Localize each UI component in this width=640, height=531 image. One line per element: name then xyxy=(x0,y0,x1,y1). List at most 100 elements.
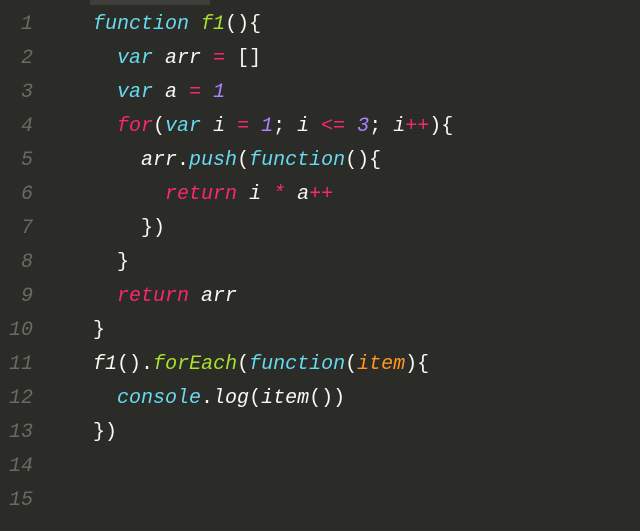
indent xyxy=(45,13,93,36)
indent xyxy=(45,149,141,172)
code-line xyxy=(45,450,640,484)
indent xyxy=(45,421,93,444)
line-number: 13 xyxy=(8,416,33,450)
punct: }) xyxy=(141,217,165,240)
punct: ( xyxy=(345,353,357,376)
keyword-for: for xyxy=(117,115,153,138)
number: 1 xyxy=(213,81,225,104)
punct: ( xyxy=(237,353,249,376)
parameter: item xyxy=(357,353,405,376)
line-number: 4 xyxy=(8,110,33,144)
punct: } xyxy=(117,251,129,274)
line-number: 1 xyxy=(8,8,33,42)
method: log xyxy=(213,387,249,410)
keyword-var: var xyxy=(117,47,153,70)
keyword-var: var xyxy=(117,81,153,104)
indent xyxy=(45,47,117,70)
keyword-var: var xyxy=(165,115,201,138)
punct: ){ xyxy=(405,353,429,376)
line-number: 2 xyxy=(8,42,33,76)
code-line: f1().forEach(function(item){ xyxy=(45,348,640,382)
punct: ; xyxy=(369,115,393,138)
identifier: a xyxy=(297,183,309,206)
op-inc: ++ xyxy=(405,115,429,138)
indent xyxy=(45,285,117,308)
code-line: }) xyxy=(45,416,640,450)
line-number: 5 xyxy=(8,144,33,178)
punct: . xyxy=(177,149,189,172)
code-line: } xyxy=(45,314,640,348)
line-gutter: 1 2 3 4 5 6 7 8 9 10 11 12 13 14 15 xyxy=(0,0,45,531)
number: 3 xyxy=(357,115,369,138)
line-number: 10 xyxy=(8,314,33,348)
line-number: 8 xyxy=(8,246,33,280)
op-assign: = xyxy=(201,47,237,70)
identifier: arr xyxy=(165,47,201,70)
code-line: } xyxy=(45,246,640,280)
indent xyxy=(45,387,117,410)
punct: ()) xyxy=(309,387,345,410)
line-number: 12 xyxy=(8,382,33,416)
op-assign: = xyxy=(225,115,261,138)
identifier: console xyxy=(117,387,201,410)
punct: }) xyxy=(93,421,117,444)
line-number: 7 xyxy=(8,212,33,246)
method: push xyxy=(189,149,237,172)
line-number: 11 xyxy=(8,348,33,382)
code-line: var a = 1 xyxy=(45,76,640,110)
code-line: var arr = [] xyxy=(45,42,640,76)
punct: ( xyxy=(153,115,165,138)
indent xyxy=(45,183,165,206)
line-number: 6 xyxy=(8,178,33,212)
punct: } xyxy=(93,319,105,342)
punct: . xyxy=(141,353,153,376)
indent xyxy=(45,81,117,104)
punct: (){ xyxy=(345,149,381,172)
punct: ){ xyxy=(429,115,453,138)
identifier: arr xyxy=(141,149,177,172)
identifier: i xyxy=(249,183,261,206)
line-number: 9 xyxy=(8,280,33,314)
line-number: 15 xyxy=(8,484,33,518)
keyword-function: function xyxy=(249,353,345,376)
punct: ; xyxy=(273,115,297,138)
keyword-function: function xyxy=(93,13,189,36)
keyword-return: return xyxy=(165,183,237,206)
code-line: return i * a++ xyxy=(45,178,640,212)
identifier: i xyxy=(213,115,225,138)
number: 1 xyxy=(261,115,273,138)
indent xyxy=(45,115,117,138)
code-line: function f1(){ xyxy=(45,8,640,42)
line-number: 3 xyxy=(8,76,33,110)
punct: . xyxy=(201,387,213,410)
method: forEach xyxy=(153,353,237,376)
op-lte: <= xyxy=(309,115,357,138)
function-name: f1 xyxy=(201,13,225,36)
keyword-function: function xyxy=(249,149,345,172)
keyword-return: return xyxy=(117,285,189,308)
indent xyxy=(45,319,93,342)
punct: (){ xyxy=(225,13,261,36)
code-line: arr.push(function(){ xyxy=(45,144,640,178)
tab-highlight xyxy=(90,0,210,5)
op-inc: ++ xyxy=(309,183,333,206)
indent xyxy=(45,217,141,240)
punct: [] xyxy=(237,47,261,70)
identifier: i xyxy=(393,115,405,138)
op-mul: * xyxy=(261,183,297,206)
identifier: item xyxy=(261,387,309,410)
indent xyxy=(45,251,117,274)
code-line: for(var i = 1; i <= 3; i++){ xyxy=(45,110,640,144)
op-assign: = xyxy=(177,81,213,104)
punct: ( xyxy=(237,149,249,172)
code-line: console.log(item()) xyxy=(45,382,640,416)
indent xyxy=(45,353,93,376)
code-editor[interactable]: function f1(){ var arr = [] var a = 1 fo… xyxy=(45,0,640,531)
identifier: arr xyxy=(201,285,237,308)
identifier: f1 xyxy=(93,353,117,376)
code-line: return arr xyxy=(45,280,640,314)
code-line xyxy=(45,484,640,518)
punct: () xyxy=(117,353,141,376)
identifier: i xyxy=(297,115,309,138)
punct: ( xyxy=(249,387,261,410)
